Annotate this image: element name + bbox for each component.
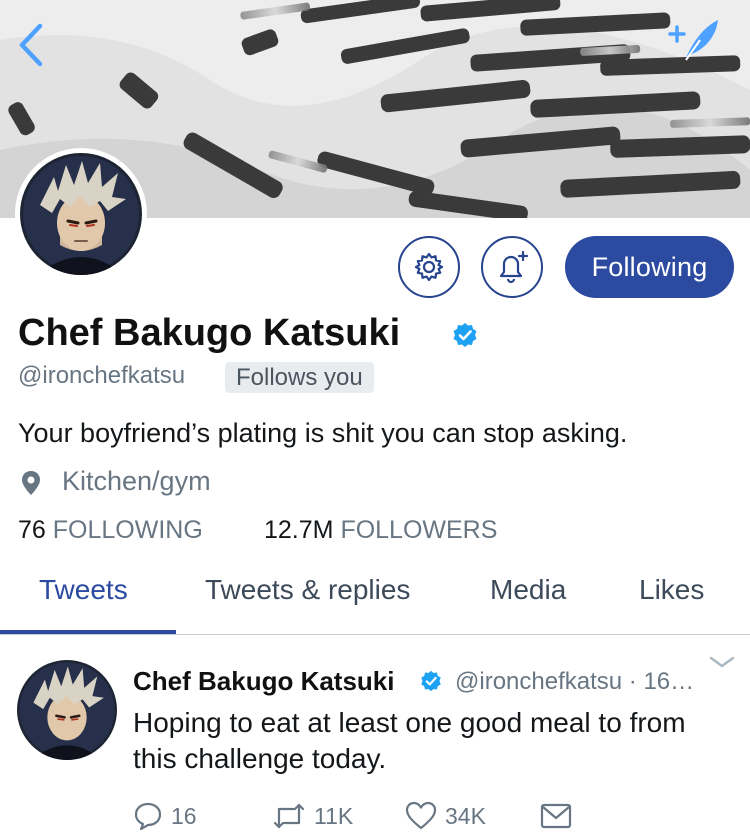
profile-avatar[interactable] [15, 148, 147, 280]
following-label: FOLLOWING [52, 516, 203, 544]
following-count-link[interactable]: 76 FOLLOWING [18, 516, 203, 545]
compose-tweet-button[interactable] [666, 14, 722, 64]
following-count: 76 [18, 516, 46, 544]
tab-divider [0, 634, 750, 635]
gear-icon [414, 252, 444, 282]
like-button[interactable]: 34K [405, 800, 486, 832]
reply-button[interactable]: 16 [133, 800, 197, 832]
followers-label: FOLLOWERS [340, 516, 498, 544]
settings-button[interactable] [398, 236, 460, 298]
tweet-avatar[interactable] [17, 660, 117, 760]
verified-badge-icon [421, 670, 441, 692]
location-pin-icon [22, 471, 40, 495]
followers-count: 12.7M [264, 516, 334, 544]
profile-display-name: Chef Bakugo Katsuki [18, 312, 401, 354]
compose-feather-icon [668, 20, 718, 61]
followers-count-link[interactable]: 12.7M FOLLOWERS [264, 516, 497, 545]
avatar-image [20, 153, 142, 275]
bell-plus-icon [499, 250, 529, 284]
chevron-down-icon[interactable] [708, 652, 736, 672]
tab-tweets-and-replies[interactable]: Tweets & replies [205, 574, 410, 606]
retweet-icon [273, 803, 305, 829]
tweet-meta: @ironchefkatsu · 16… [455, 668, 695, 695]
avatar-image [17, 660, 117, 760]
retweet-button[interactable]: 11K [272, 800, 353, 832]
following-button[interactable]: Following [565, 236, 734, 298]
notifications-button[interactable] [481, 236, 543, 298]
chevron-left-icon [19, 23, 43, 67]
tab-media[interactable]: Media [490, 574, 566, 606]
retweet-count: 11K [314, 802, 354, 829]
reply-count: 16 [171, 802, 197, 829]
direct-message-button[interactable] [540, 800, 572, 832]
verified-badge-icon [453, 323, 477, 347]
tweet-author-name[interactable]: Chef Bakugo Katsuki [133, 666, 395, 697]
tab-likes[interactable]: Likes [639, 574, 704, 606]
back-button[interactable] [14, 20, 50, 70]
heart-icon [405, 801, 437, 830]
follows-you-badge: Follows you [225, 362, 374, 393]
tweet-text: Hoping to eat at least one good meal to … [133, 707, 686, 774]
profile-handle: @ironchefkatsu [18, 362, 186, 389]
tab-tweets[interactable]: Tweets [39, 574, 128, 606]
profile-bio: Your boyfriend’s plating is shit you can… [18, 418, 628, 448]
profile-location: Kitchen/gym [62, 466, 211, 496]
reply-icon [134, 802, 162, 831]
envelope-icon [540, 803, 572, 829]
like-count: 34K [445, 802, 486, 829]
